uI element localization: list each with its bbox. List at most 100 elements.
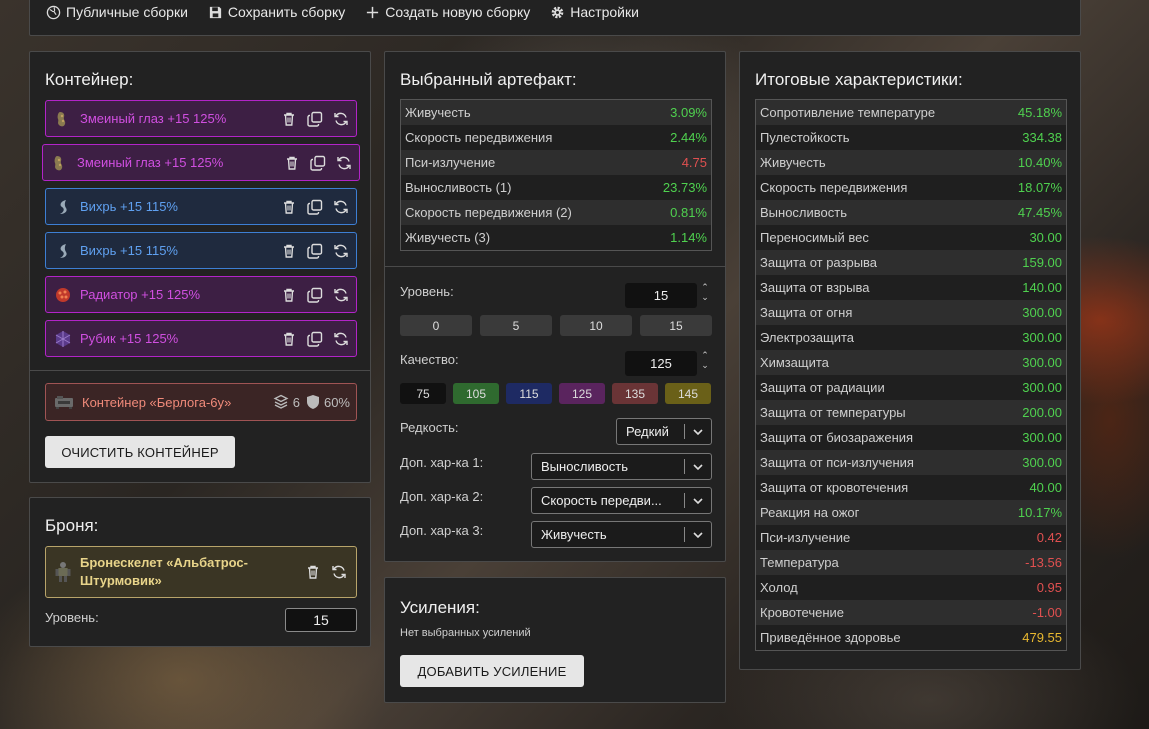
swap-icon[interactable] [332,286,350,304]
trash-icon[interactable] [280,330,298,348]
artifact-level-spinner[interactable]: ⌃ ⌄ [700,282,710,302]
stat-row: Кровотечение -1.00 [756,600,1066,625]
quality-preset-button[interactable]: 135 [612,383,658,404]
quality-preset-button[interactable]: 75 [400,383,446,404]
add-boost-button[interactable]: ДОБАВИТЬ УСИЛЕНИЕ [400,655,584,687]
extra1-select[interactable]: Выносливость [531,453,712,480]
whirl-icon [54,198,72,216]
select-separator [684,459,685,474]
artifact-name: Вихрь +15 115% [80,243,178,258]
artifact-row[interactable]: Радиатор +15 125% [45,276,357,313]
quality-preset-button[interactable]: 125 [559,383,605,404]
artifact-row[interactable]: Змеиный глаз +15 125% [42,144,360,181]
stat-name: Живучесть [405,105,471,120]
artifact-level-input[interactable]: 15 [625,283,697,308]
copy-icon[interactable] [306,198,324,216]
artifact-divider [385,266,725,267]
armor-item[interactable]: Бронескелет «Альбатрос-Штурмовик» [45,546,357,598]
trash-icon[interactable] [304,563,322,581]
menu-save-build[interactable]: Сохранить сборку [208,4,345,20]
container-title: Контейнер: [45,70,134,89]
artifact-quality-input[interactable]: 125 [625,351,697,376]
stat-row: Живучесть (3) 1.14% [401,225,711,250]
stat-row: Выносливость (1) 23.73% [401,175,711,200]
gear-icon [551,6,564,18]
trash-icon[interactable] [280,286,298,304]
level-preset-button[interactable]: 5 [480,315,552,336]
menu-settings[interactable]: Настройки [550,4,639,20]
totals-panel: Итоговые характеристики: Сопротивление т… [739,51,1081,670]
stat-row: Защита от пси-излучения 300.00 [756,450,1066,475]
extra1-select-value: Выносливость [541,459,628,474]
quality-preset-button[interactable]: 105 [453,383,499,404]
stat-name: Защита от температуры [760,405,906,420]
artifact-actions [280,198,350,216]
copy-icon[interactable] [306,286,324,304]
stat-value: 0.81% [670,205,707,220]
artifact-actions [280,242,350,260]
clear-container-button[interactable]: ОЧИСТИТЬ КОНТЕЙНЕР [45,436,235,468]
extra3-select[interactable]: Живучесть [531,521,712,548]
stat-name: Защита от огня [760,305,853,320]
stat-value: 0.95 [1036,580,1062,595]
level-preset-button[interactable]: 10 [560,315,632,336]
artifact-row[interactable]: Змеиный глаз +15 125% [45,100,357,137]
stat-value: 0.42 [1036,530,1062,545]
copy-icon[interactable] [306,110,324,128]
trash-icon[interactable] [280,242,298,260]
stat-value: 334.38 [1022,130,1062,145]
extra2-select[interactable]: Скорость передви... [531,487,712,514]
swap-icon[interactable] [332,242,350,260]
trash-icon[interactable] [280,198,298,216]
copy-icon[interactable] [306,242,324,260]
artifact-row[interactable]: Вихрь +15 115% [45,232,357,269]
armor-name: Бронескелет «Альбатрос-Штурмовик» [80,555,248,588]
copy-icon[interactable] [309,154,327,172]
artifact-row[interactable]: Вихрь +15 115% [45,188,357,225]
stat-value: 45.18% [1017,105,1062,120]
trash-icon[interactable] [283,154,301,172]
rubik-icon [54,330,72,348]
quality-preset-button[interactable]: 115 [506,383,552,404]
stat-name: Химзащита [760,355,829,370]
container-item[interactable]: Контейнер «Берлога-6у» 6 60% [45,383,357,421]
swap-icon[interactable] [332,198,350,216]
rarity-select[interactable]: Редкий [616,418,712,445]
stat-row: Холод 0.95 [756,575,1066,600]
swap-icon[interactable] [330,563,348,581]
level-preset-button[interactable]: 15 [640,315,712,336]
stat-value: 300.00 [1022,455,1062,470]
whirl-icon [54,242,72,260]
stat-name: Пси-излучение [760,530,851,545]
swap-icon[interactable] [332,330,350,348]
artifact-row[interactable]: Рубик +15 125% [45,320,357,357]
chevron-down-icon [693,428,703,435]
selected-artifact-panel: Выбранный артефакт: Живучесть 3.09% Скоро… [384,51,726,562]
totals-stats-table: Сопротивление температуре 45.18% Пулестой… [755,99,1067,651]
artifact-quality-spinner[interactable]: ⌃ ⌄ [700,350,710,370]
menu-public-builds[interactable]: Публичные сборки [46,4,188,20]
stat-name: Живучесть (3) [405,230,491,245]
rarity-label: Редкость: [400,420,459,435]
extra2-select-value: Скорость передви... [541,493,662,508]
swap-icon[interactable] [332,110,350,128]
stat-value: 2.44% [670,130,707,145]
stat-row: Защита от температуры 200.00 [756,400,1066,425]
stat-name: Скорость передвижения [405,130,553,145]
artifact-title: Выбранный артефакт: [400,70,577,89]
layers-icon [273,394,289,409]
container-slots: 6 [273,394,300,410]
quality-preset-button[interactable]: 145 [665,383,711,404]
trash-icon[interactable] [280,110,298,128]
stat-name: Сопротивление температуре [760,105,936,120]
menu-new-build[interactable]: Создать новую сборку [365,4,530,20]
stat-row: Химзащита 300.00 [756,350,1066,375]
armor-level-input[interactable]: 15 [285,608,357,632]
copy-icon[interactable] [306,330,324,348]
swap-icon[interactable] [335,154,353,172]
stat-value: 479.55 [1022,630,1062,645]
stat-row: Скорость передвижения 2.44% [401,125,711,150]
boosts-panel: Усиления: Нет выбранных усилений ДОБАВИТ… [384,577,726,703]
extra3-label: Доп. хар-ка 3: [400,523,484,538]
level-preset-button[interactable]: 0 [400,315,472,336]
